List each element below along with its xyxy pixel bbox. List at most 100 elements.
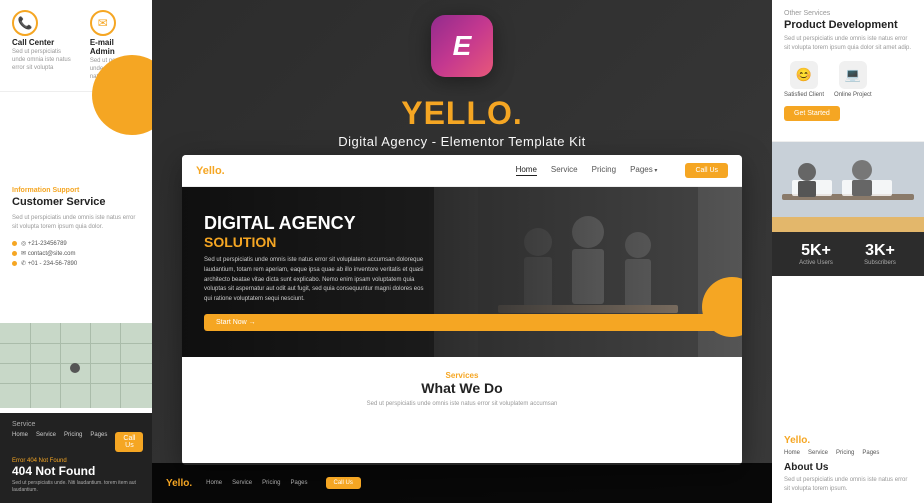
call-center-sub: Sed ut perspiciatis unde omnia iste natu…	[12, 49, 74, 72]
bottom-cta-button[interactable]: Call Us	[326, 477, 361, 489]
rb-nav-service[interactable]: Service	[808, 450, 828, 456]
map-grid	[120, 323, 121, 408]
satisfied-client-label: Satisfied Client	[784, 92, 824, 98]
hero-subtitle: SOLUTION	[204, 234, 720, 250]
center-panel: E YELLO. Digital Agency - Elementor Temp…	[152, 0, 772, 503]
rb-nav-home[interactable]: Home	[784, 450, 800, 456]
center-brand: YELLO. Digital Agency - Elementor Templa…	[338, 95, 586, 149]
get-started-button[interactable]: Get Started	[784, 106, 840, 121]
inner-nav: Yello. Home Service Pricing Pages Call U…	[182, 155, 742, 187]
right-bottom-brand: Yello.	[784, 435, 912, 446]
map-grid	[30, 323, 31, 408]
error-title: 404 Not Found	[12, 464, 140, 478]
left-cta-button[interactable]: Call Us	[115, 432, 143, 452]
right-panel: Other Services Product Development Sed u…	[772, 0, 924, 503]
stat-subscribers-number: 3K+	[848, 242, 912, 260]
inner-nav-service[interactable]: Service	[551, 165, 578, 176]
online-project-icon: 💻	[839, 61, 867, 89]
info-body: Sed ut perspiciatis unde omnis iste natu…	[12, 214, 140, 232]
work-illustration	[772, 142, 924, 232]
hero-body: Sed ut perspiciatis unde omnis iste natu…	[204, 256, 424, 304]
left-nav-home[interactable]: Home	[12, 432, 28, 452]
right-bottom-section: Yello. Home Service Pricing Pages About …	[772, 425, 924, 503]
contact-phone: ◎ +21-23456789	[12, 240, 140, 247]
about-body: Sed ut perspiciatis unde omnis iste natu…	[784, 476, 912, 493]
inner-nav-home[interactable]: Home	[516, 165, 537, 176]
left-nav: Home Service Pricing Pages Call Us	[12, 432, 140, 452]
error-body: Sed ut perspiciatis unde. Niti laudantiu…	[12, 480, 140, 494]
error-section: Error 404 Not Found 404 Not Found Sed ut…	[12, 458, 140, 494]
services-title: What We Do	[204, 380, 720, 396]
contact-email: ✉ contact@site.com	[12, 250, 140, 257]
work-scene	[772, 142, 924, 232]
contact-dot2	[12, 251, 17, 256]
contact-alt-phone: ✆ +01 - 234-56-7890	[12, 260, 140, 267]
right-other-tag: Other Services	[784, 10, 912, 17]
left-nav-pricing[interactable]: Pricing	[64, 432, 82, 452]
right-image-area	[772, 142, 924, 232]
hero-cta-button[interactable]: Start Now →	[204, 314, 720, 331]
left-info-section: Information Support Customer Service Sed…	[0, 177, 152, 280]
bottom-brand: Yello.	[166, 478, 192, 489]
map-pin	[70, 363, 80, 373]
inner-hero: DIGITAL AGENCY SOLUTION Sed ut perspicia…	[182, 187, 742, 357]
left-service-tag: Service	[12, 421, 140, 428]
bottom-nav-home[interactable]: Home	[206, 480, 222, 486]
right-bottom-nav: Home Service Pricing Pages	[784, 450, 912, 456]
stat-subscribers-label: Subscribers	[848, 260, 912, 266]
inner-nav-cta[interactable]: Call Us	[685, 163, 728, 178]
about-content: About Us Sed ut perspiciatis unde omnis …	[784, 462, 912, 493]
contact-dot3	[12, 261, 17, 266]
stat-users-label: Active Users	[784, 260, 848, 266]
stat-users: 5K+ Active Users	[784, 242, 848, 266]
phone-icon: 📞	[12, 10, 38, 36]
elementor-logo-wrapper: E	[431, 15, 493, 77]
info-title: Customer Service	[12, 196, 140, 208]
bottom-nav-pages[interactable]: Pages	[291, 480, 308, 486]
satisfied-client-item: 😊 Satisfied Client	[784, 61, 824, 98]
online-project-item: 💻 Online Project	[834, 61, 872, 98]
satisfied-client-icon: 😊	[790, 61, 818, 89]
services-body: Sed ut perspiciatis unde omnis iste natu…	[204, 400, 720, 409]
inner-website-preview: Yello. Home Service Pricing Pages Call U…	[182, 155, 742, 465]
stat-users-number: 5K+	[784, 242, 848, 260]
stat-subscribers: 3K+ Subscribers	[848, 242, 912, 266]
center-bottom-bar: Yello. Home Service Pricing Pages Call U…	[152, 463, 772, 503]
right-title: Product Development	[784, 19, 912, 31]
inner-nav-links: Home Service Pricing Pages	[516, 165, 658, 176]
inner-services: Services What We Do Sed ut perspiciatis …	[182, 357, 742, 423]
hero-title: DIGITAL AGENCY	[204, 213, 720, 235]
brand-name: YELLO.	[338, 95, 586, 132]
rb-nav-pricing[interactable]: Pricing	[836, 450, 854, 456]
right-body: Sed ut perspiciatis unde omnis iste natu…	[784, 35, 912, 53]
inner-nav-brand: Yello.	[196, 165, 225, 177]
info-tag: Information Support	[12, 187, 140, 194]
left-panel: 📞 Call Center Sed ut perspiciatis unde o…	[0, 0, 152, 503]
stats-bar: 5K+ Active Users 3K+ Subscribers	[772, 232, 924, 276]
map-grid	[0, 343, 152, 344]
online-project-label: Online Project	[834, 92, 872, 98]
rb-nav-pages[interactable]: Pages	[862, 450, 879, 456]
inner-nav-pages[interactable]: Pages	[630, 165, 657, 176]
elementor-logo: E	[431, 15, 493, 77]
email-admin-label: E-mail Admin	[90, 38, 140, 56]
bottom-nav: Home Service Pricing Pages	[206, 480, 307, 486]
right-icons-row: 😊 Satisfied Client 💻 Online Project	[784, 61, 912, 98]
inner-nav-pricing[interactable]: Pricing	[592, 165, 616, 176]
left-nav-service[interactable]: Service	[36, 432, 56, 452]
map-grid	[90, 323, 91, 408]
map-grid	[60, 323, 61, 408]
left-service-bar: Service Home Service Pricing Pages Call …	[0, 413, 152, 503]
right-top-section: Other Services Product Development Sed u…	[772, 0, 924, 142]
map-grid	[0, 383, 152, 384]
bottom-nav-service[interactable]: Service	[232, 480, 252, 486]
left-nav-pages[interactable]: Pages	[90, 432, 107, 452]
email-icon: ✉	[90, 10, 116, 36]
call-center-item: 📞 Call Center Sed ut perspiciatis unde o…	[12, 10, 74, 72]
contact-dot	[12, 241, 17, 246]
bottom-nav-pricing[interactable]: Pricing	[262, 480, 280, 486]
about-title: About Us	[784, 462, 912, 473]
call-center-label: Call Center	[12, 38, 74, 47]
services-tag: Services	[204, 371, 720, 380]
map-area	[0, 323, 152, 408]
